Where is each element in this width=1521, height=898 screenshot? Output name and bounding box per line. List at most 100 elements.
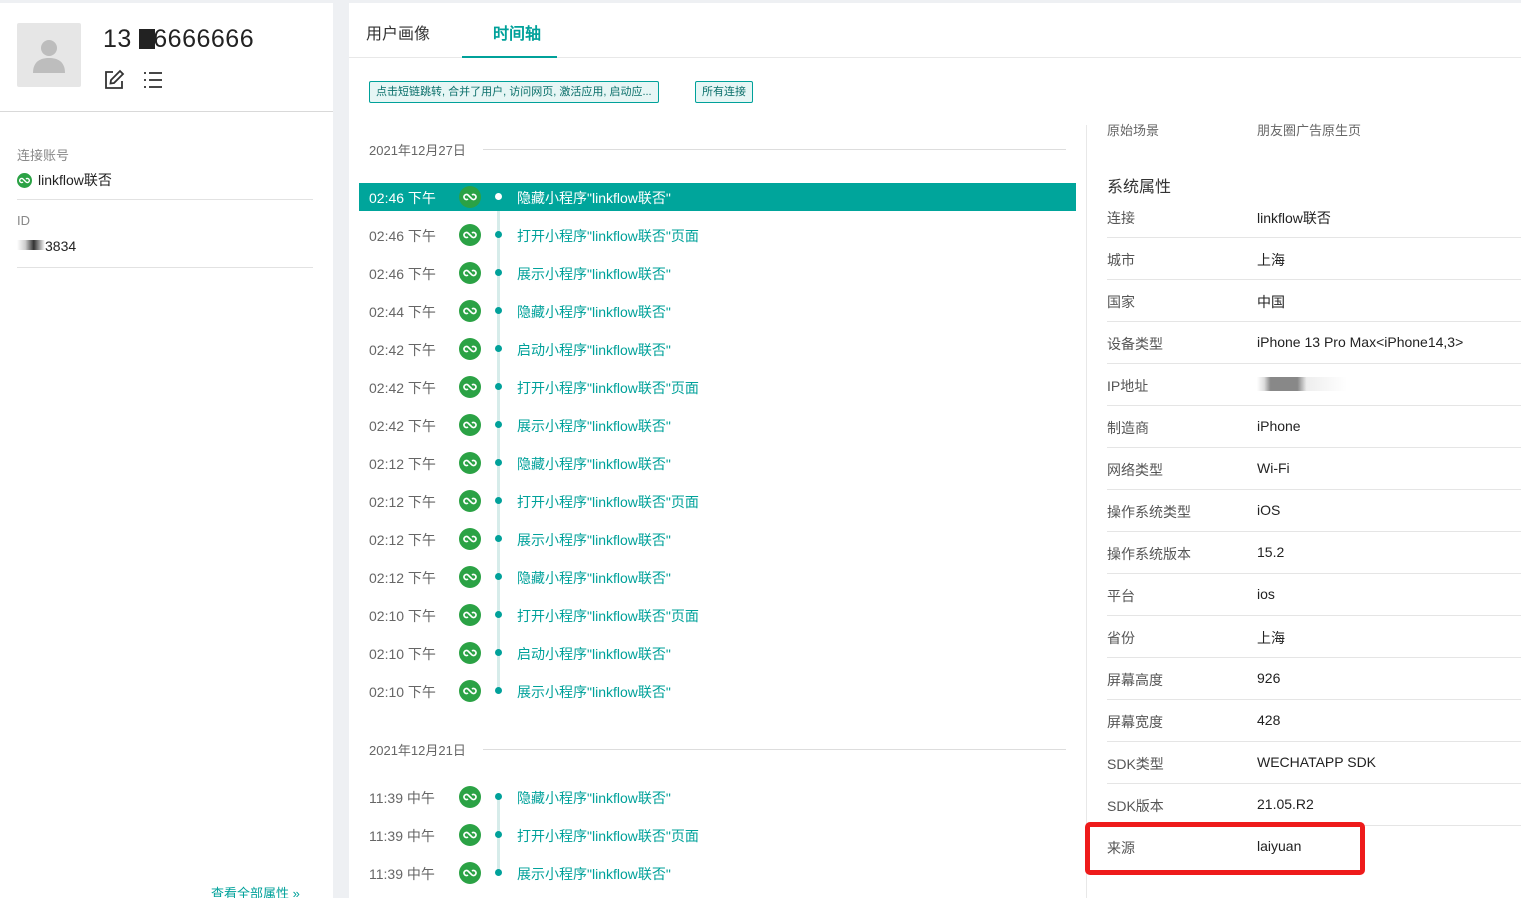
mini-program-icon: [459, 528, 481, 550]
user-profile-panel: 13 6666666 连接账号 linkflow联否 ID 3834 查看全部属…: [0, 3, 333, 898]
divider: [17, 199, 313, 200]
timeline-event-row[interactable]: 02:42 下午 打开小程序"linkflow联否"页面: [359, 373, 1076, 401]
property-row: 屏幕宽度 428: [1107, 700, 1521, 742]
timeline-event-row[interactable]: 02:44 下午 隐藏小程序"linkflow联否": [359, 297, 1076, 325]
property-key: 平台: [1107, 588, 1135, 604]
property-value: iPhone 13 Pro Max<iPhone14,3>: [1257, 334, 1464, 350]
timeline-event-row[interactable]: 02:42 下午 启动小程序"linkflow联否": [359, 335, 1076, 363]
property-value: 15.2: [1257, 544, 1285, 560]
link-glyph: [463, 611, 477, 619]
timeline-event-row[interactable]: 02:12 下午 隐藏小程序"linkflow联否": [359, 449, 1076, 477]
event-time: 11:39 中午: [369, 866, 435, 882]
event-time: 02:12 下午: [369, 532, 436, 548]
timeline-event-row[interactable]: 02:10 下午 启动小程序"linkflow联否": [359, 639, 1076, 667]
timeline-dot: [495, 793, 502, 800]
property-value: WECHATAPP SDK: [1257, 754, 1377, 770]
property-value: ios: [1257, 586, 1275, 602]
property-row: 操作系统类型 iOS: [1107, 490, 1521, 532]
connected-account-value: linkflow联否: [17, 170, 112, 190]
detail-panel: 用户画像 时间轴 点击短链跳转, 合并了用户, 访问网页, 激活应用, 启动应.…: [349, 3, 1521, 898]
event-description: 隐藏小程序"linkflow联否": [517, 304, 671, 320]
timeline-dot: [495, 869, 502, 876]
avatar: [17, 23, 81, 87]
property-value: [1257, 376, 1347, 392]
timeline-event-row[interactable]: 02:12 下午 展示小程序"linkflow联否": [359, 525, 1076, 553]
link-glyph: [463, 687, 477, 695]
connection-filter-tag[interactable]: 所有连接: [695, 81, 753, 103]
property-key: 网络类型: [1107, 462, 1163, 478]
timeline-dot: [495, 535, 502, 542]
timeline-dot: [495, 649, 502, 656]
property-value: 926: [1257, 670, 1281, 686]
link-glyph: [463, 383, 477, 391]
event-time: 02:42 下午: [369, 418, 436, 434]
mini-program-icon: [459, 642, 481, 664]
property-value: 中国: [1257, 294, 1285, 310]
event-description: 启动小程序"linkflow联否": [517, 342, 671, 358]
event-time: 11:39 中午: [369, 790, 435, 806]
timeline-date: 2021年12月21日: [369, 743, 466, 758]
event-time: 02:10 下午: [369, 646, 436, 662]
timeline-event-row[interactable]: 02:42 下午 展示小程序"linkflow联否": [359, 411, 1076, 439]
timeline-event-row[interactable]: 02:10 下午 打开小程序"linkflow联否"页面: [359, 601, 1076, 629]
id-value: 3834: [17, 238, 76, 254]
mini-program-icon: [459, 186, 481, 208]
property-value: 21.05.R2: [1257, 796, 1314, 812]
timeline-dot: [495, 687, 502, 694]
timeline-event-row[interactable]: 11:39 中午 打开小程序"linkflow联否"页面: [359, 821, 1076, 849]
timeline-event-row[interactable]: 11:39 中午 展示小程序"linkflow联否": [359, 859, 1076, 887]
event-description: 展示小程序"linkflow联否": [517, 266, 671, 282]
mini-program-icon: [17, 173, 32, 188]
property-key: 省份: [1107, 630, 1135, 646]
event-filter-tag[interactable]: 点击短链跳转, 合并了用户, 访问网页, 激活应用, 启动应...: [369, 81, 659, 103]
timeline-dot: [495, 269, 502, 276]
divider: [483, 149, 1066, 150]
connected-account-label: 连接账号: [17, 148, 70, 163]
redaction-mask: [17, 240, 45, 250]
property-key: 操作系统类型: [1107, 504, 1191, 520]
timeline-event-row[interactable]: 02:46 下午 展示小程序"linkflow联否": [359, 259, 1076, 287]
mini-program-icon: [459, 566, 481, 588]
tab-bar: 用户画像 时间轴: [349, 3, 1521, 58]
timeline-event-row[interactable]: 02:12 下午 打开小程序"linkflow联否"页面: [359, 487, 1076, 515]
event-time: 11:39 中午: [369, 828, 435, 844]
timeline-dot: [495, 831, 502, 838]
property-value: 428: [1257, 712, 1281, 728]
divider: [1086, 125, 1087, 898]
list-icon[interactable]: [142, 69, 164, 91]
mini-program-icon: [459, 490, 481, 512]
tab-timeline[interactable]: 时间轴: [493, 20, 541, 44]
event-description: 打开小程序"linkflow联否"页面: [517, 380, 699, 396]
event-time: 02:12 下午: [369, 494, 436, 510]
tab-user-portrait[interactable]: 用户画像: [366, 20, 430, 44]
property-key: 屏幕高度: [1107, 672, 1163, 688]
timeline-event-row[interactable]: 02:10 下午 展示小程序"linkflow联否": [359, 677, 1076, 705]
property-value: Wi-Fi: [1257, 460, 1290, 476]
timeline-dot: [495, 421, 502, 428]
highlight-annotation: [1085, 822, 1365, 875]
event-time: 02:10 下午: [369, 608, 436, 624]
link-glyph: [463, 869, 477, 877]
timeline-event-row[interactable]: 02:46 下午 打开小程序"linkflow联否"页面: [359, 221, 1076, 249]
event-description: 展示小程序"linkflow联否": [517, 684, 671, 700]
event-time: 02:42 下午: [369, 380, 436, 396]
redaction-mask: [1257, 377, 1347, 391]
link-glyph: [463, 193, 477, 201]
timeline-dot: [495, 611, 502, 618]
timeline-event-row[interactable]: 02:12 下午 隐藏小程序"linkflow联否": [359, 563, 1076, 591]
property-row: 国家 中国: [1107, 280, 1521, 322]
timeline-dot: [495, 497, 502, 504]
event-description: 隐藏小程序"linkflow联否": [517, 570, 671, 586]
timeline-date-header: 2021年12月27日: [369, 140, 1067, 159]
timeline-event-row[interactable]: 02:46 下午 隐藏小程序"linkflow联否": [359, 183, 1076, 211]
see-all-properties-link[interactable]: 查看全部属性 »: [211, 883, 300, 898]
timeline-event-row[interactable]: 11:39 中午 隐藏小程序"linkflow联否": [359, 783, 1076, 811]
property-value: linkflow联否: [1257, 210, 1331, 226]
property-value: 上海: [1257, 252, 1285, 268]
link-glyph: [463, 793, 477, 801]
edit-icon[interactable]: [103, 69, 125, 91]
property-row-partial: 原始场景 朋友圈广告原生页: [1107, 123, 1507, 138]
mini-program-icon: [459, 452, 481, 474]
link-glyph: [463, 535, 477, 543]
timeline-dot: [495, 345, 502, 352]
